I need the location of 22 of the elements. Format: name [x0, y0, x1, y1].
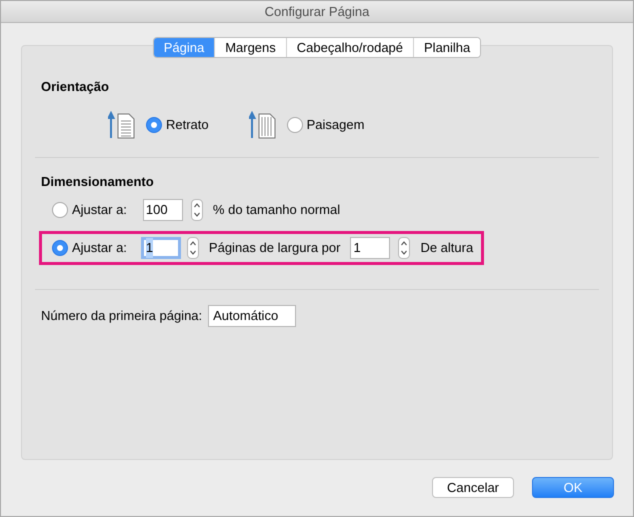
section-heading: Orientação — [41, 78, 110, 96]
field-label: % do tamanho normal — [212, 201, 340, 220]
number-field[interactable]: 1 — [140, 237, 181, 259]
landscape-page-icon — [248, 110, 277, 138]
radio-label: Ajustar a: — [72, 201, 127, 220]
first-page-field[interactable]: Automático — [208, 305, 296, 327]
section-heading: Dimensionamento — [41, 172, 155, 190]
field-label: Páginas de largura por — [208, 239, 340, 258]
radio-label: Ajustar a: — [72, 239, 127, 258]
cancel-button[interactable]: Cancelar — [432, 477, 514, 498]
number-field[interactable]: 1 — [350, 237, 390, 259]
field-label: Número da primeira página: — [41, 307, 202, 326]
radio-label: Retrato — [166, 116, 209, 134]
stepper[interactable] — [186, 237, 199, 259]
stepper[interactable] — [398, 237, 410, 259]
field-label: De altura — [420, 239, 474, 258]
stepper[interactable] — [190, 199, 203, 221]
tab[interactable]: Planilha — [413, 38, 480, 57]
radio-label: Paisagem — [306, 116, 364, 134]
number-field[interactable]: 100 — [142, 199, 183, 221]
window-title: Configurar Página — [264, 2, 370, 21]
portrait-page-icon — [108, 110, 136, 138]
